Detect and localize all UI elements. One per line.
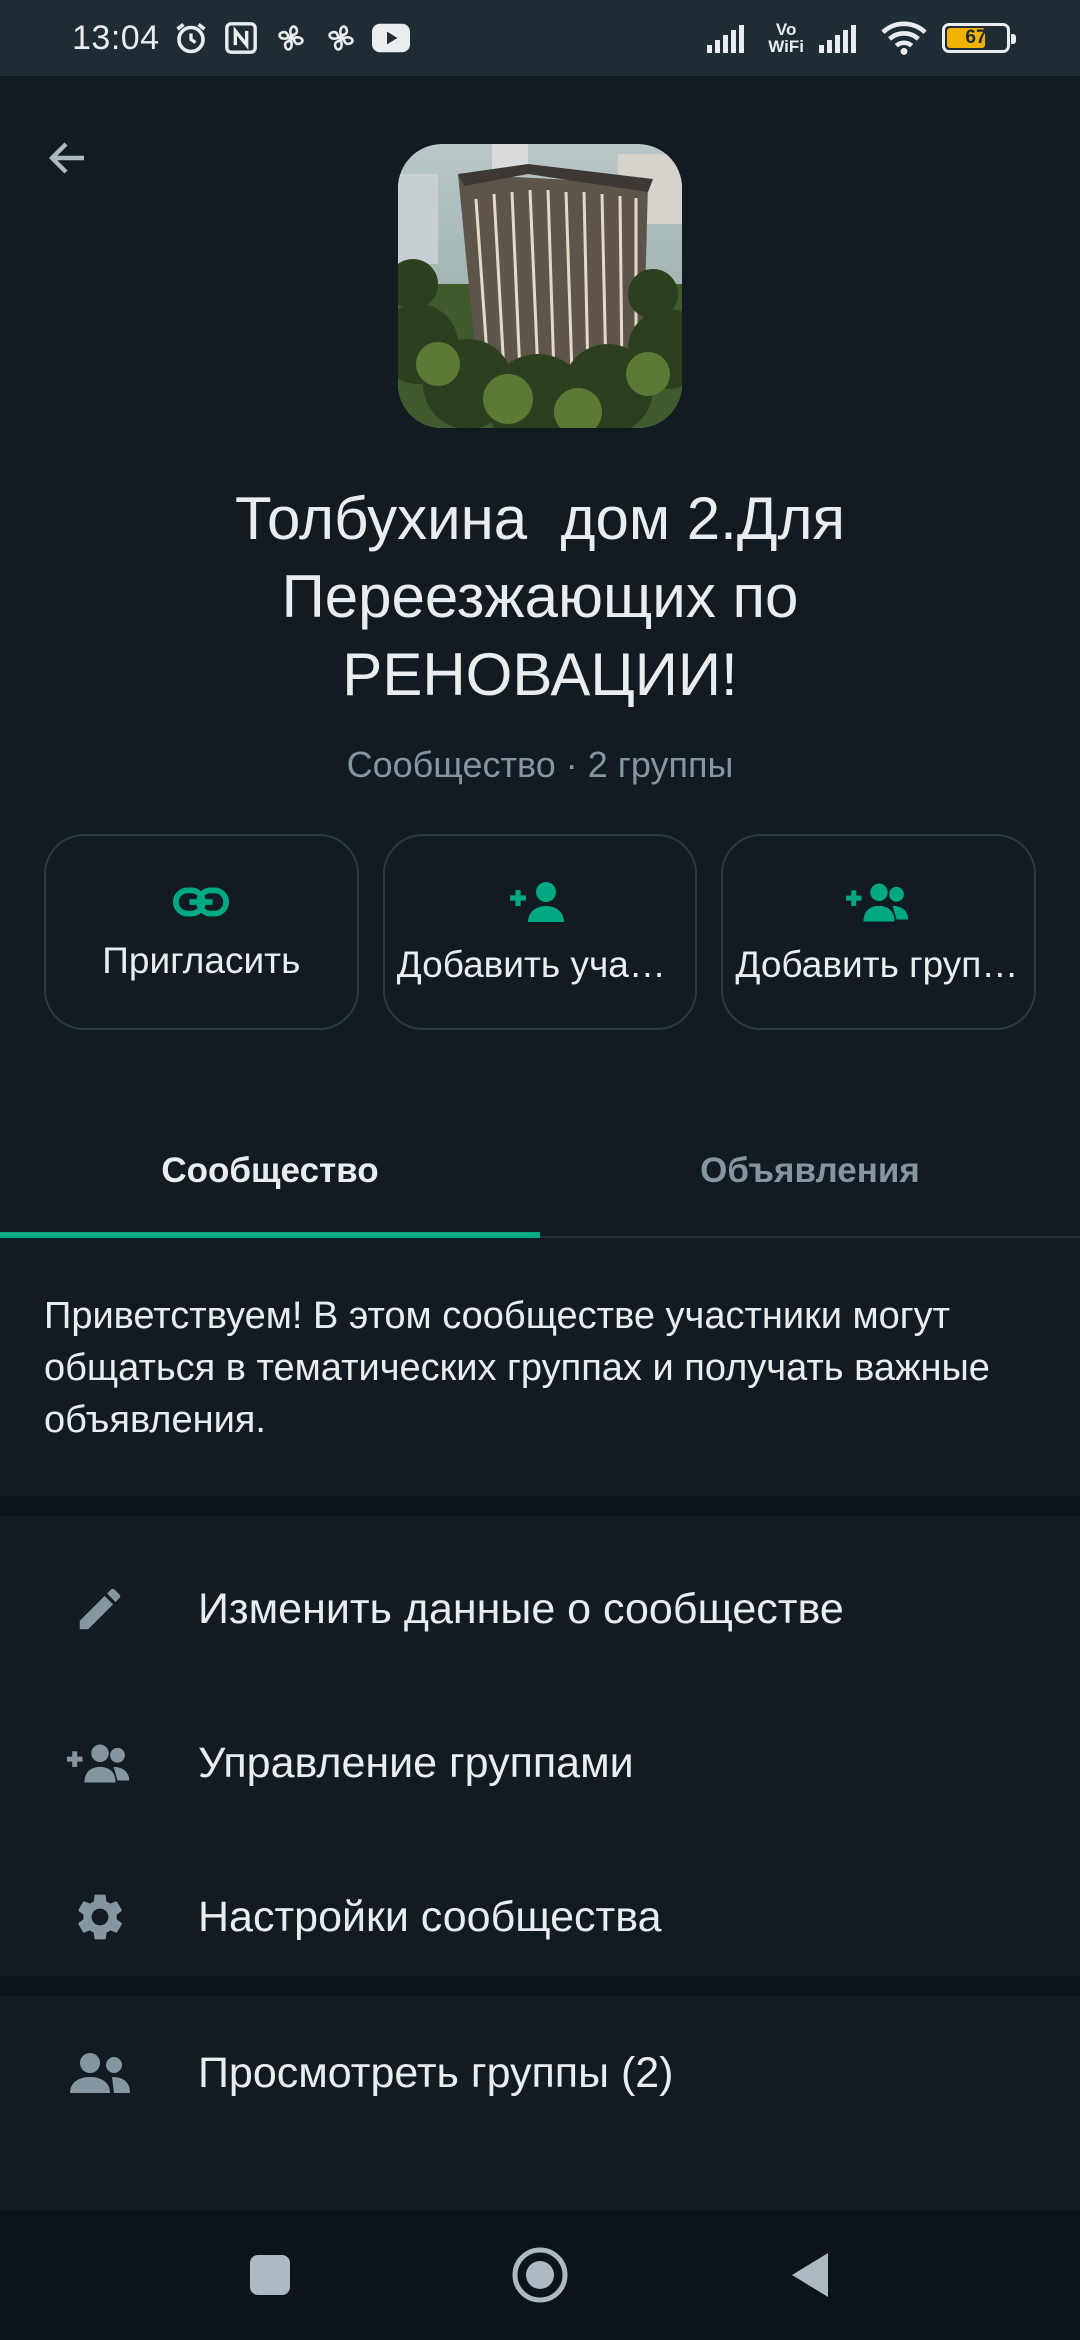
- settings-icon: [60, 1877, 140, 1957]
- edit-icon: [60, 1569, 140, 1649]
- community-description: Приветствуем! В этом сообществе участник…: [44, 1295, 990, 1441]
- recents-button[interactable]: [230, 2235, 310, 2315]
- manage-groups-label: Управление группами: [198, 1738, 634, 1787]
- add-participants-label: Добавить участников: [396, 944, 684, 985]
- signal-icon: [818, 19, 866, 57]
- community-settings-item[interactable]: Настройки сообщества: [0, 1840, 1080, 1994]
- community-avatar[interactable]: [398, 144, 682, 428]
- add-groups-button[interactable]: Добавить группы: [721, 834, 1037, 1030]
- community-subtitle: Сообщество · 2 группы: [346, 744, 734, 785]
- community-title: Толбухина дом 2.Для Переезжающих по РЕНО…: [235, 485, 862, 708]
- tabs-section: Сообщество Объявления Приветствуем! В эт…: [0, 1106, 1080, 1496]
- wifi-icon: [880, 19, 928, 57]
- tab-community[interactable]: Сообщество: [0, 1106, 540, 1238]
- community-menu: Изменить данные о сообществе Управление …: [0, 1516, 1080, 1976]
- add-groups-label: Добавить группы: [735, 944, 1023, 985]
- community-info-screen: 13:04 Vo WiFi 67 Толбухина дом 2.Для Пер…: [0, 0, 1080, 2340]
- community-settings-label: Настройки сообщества: [198, 1892, 662, 1941]
- circle-icon: [512, 2247, 568, 2303]
- alarm-icon: [172, 19, 210, 57]
- section-divider: [0, 2150, 1080, 2210]
- section-divider: [0, 1496, 1080, 1516]
- add-participants-button[interactable]: Добавить участников: [382, 834, 698, 1030]
- add-group-icon: [845, 883, 908, 922]
- edit-community-label: Изменить данные о сообществе: [198, 1584, 844, 1633]
- action-buttons: Пригласить Добавить участников Добавить …: [44, 834, 1037, 1030]
- back-nav-button[interactable]: [770, 2235, 850, 2315]
- signal-icon: [706, 19, 754, 57]
- tab-announcements[interactable]: Объявления: [540, 1106, 1080, 1236]
- view-groups-label: Просмотреть группы (2): [198, 2048, 674, 2097]
- edit-community-item[interactable]: Изменить данные о сообществе: [0, 1532, 1080, 1686]
- add-person-icon: [510, 882, 564, 922]
- view-groups-row: Просмотреть группы (2): [0, 1996, 1080, 2150]
- invite-label: Пригласить: [102, 940, 301, 981]
- system-nav-bar: [0, 2210, 1080, 2340]
- youtube-icon: [371, 19, 410, 57]
- vowifi-icon: Vo WiFi: [768, 20, 804, 56]
- groups-icon: [60, 2033, 140, 2113]
- back-button[interactable]: [36, 126, 100, 190]
- community-header: Толбухина дом 2.Для Переезжающих по РЕНО…: [0, 76, 1080, 1106]
- status-time: 13:04: [72, 18, 160, 57]
- nfc-icon: [222, 19, 260, 57]
- invite-button[interactable]: Пригласить: [44, 834, 359, 1030]
- building-photo: [398, 144, 682, 428]
- arrow-left-icon: [48, 142, 84, 174]
- square-icon: [250, 2255, 290, 2295]
- fan-icon: [272, 19, 310, 57]
- battery-icon: 67: [942, 23, 1016, 53]
- tab-bar: Сообщество Объявления: [0, 1106, 1080, 1238]
- manage-groups-icon: [60, 1723, 140, 1803]
- view-groups-item[interactable]: Просмотреть группы (2): [0, 1996, 1080, 2150]
- fan-icon: [322, 19, 360, 57]
- manage-groups-item[interactable]: Управление группами: [0, 1686, 1080, 1840]
- status-bar: 13:04 Vo WiFi 67: [0, 0, 1080, 76]
- link-icon: [173, 887, 230, 917]
- triangle-back-icon: [792, 2253, 828, 2297]
- section-divider: [0, 1976, 1080, 1996]
- home-button[interactable]: [500, 2235, 580, 2315]
